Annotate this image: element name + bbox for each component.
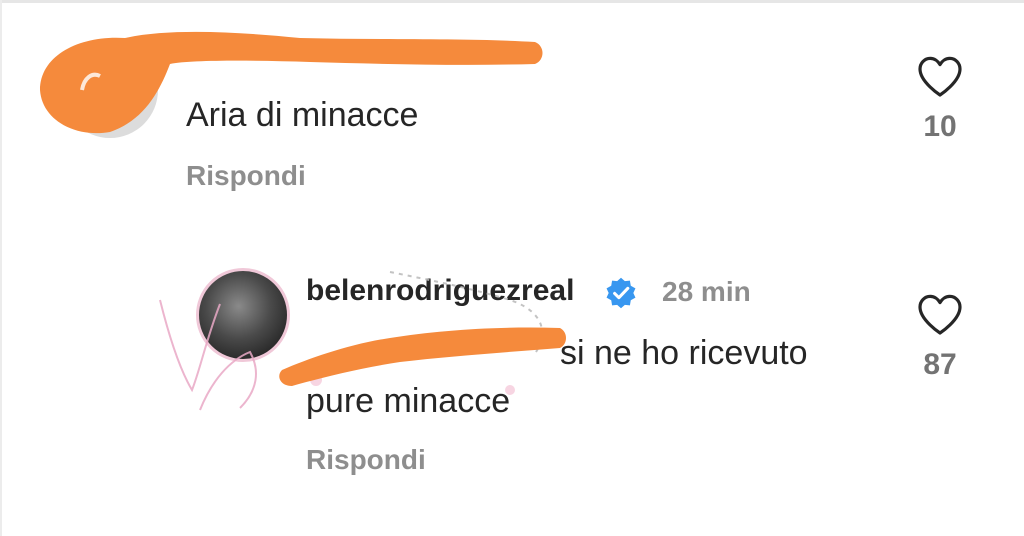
comment-1-reply-button[interactable]: Rispondi [186,160,306,192]
comment-2-reply-button[interactable]: Rispondi [306,444,426,476]
redaction-scribble-1 [40,31,543,134]
comment-1-heart-icon[interactable] [916,54,964,98]
comment-1-like-count: 10 [923,110,957,143]
left-edge [0,0,2,536]
top-divider [0,0,1024,3]
comment-2-timestamp: 28 min [662,276,751,307]
comment-2-text-line1: si ne ho ricevuto [560,334,808,372]
verified-badge-icon [606,277,636,309]
comment-2-username[interactable]: belenrodriguezreal [306,274,574,308]
comment-2-heart-icon[interactable] [916,292,964,336]
comment-2-like-count: 87 [923,348,957,381]
redaction-scribble-2 [279,327,566,386]
